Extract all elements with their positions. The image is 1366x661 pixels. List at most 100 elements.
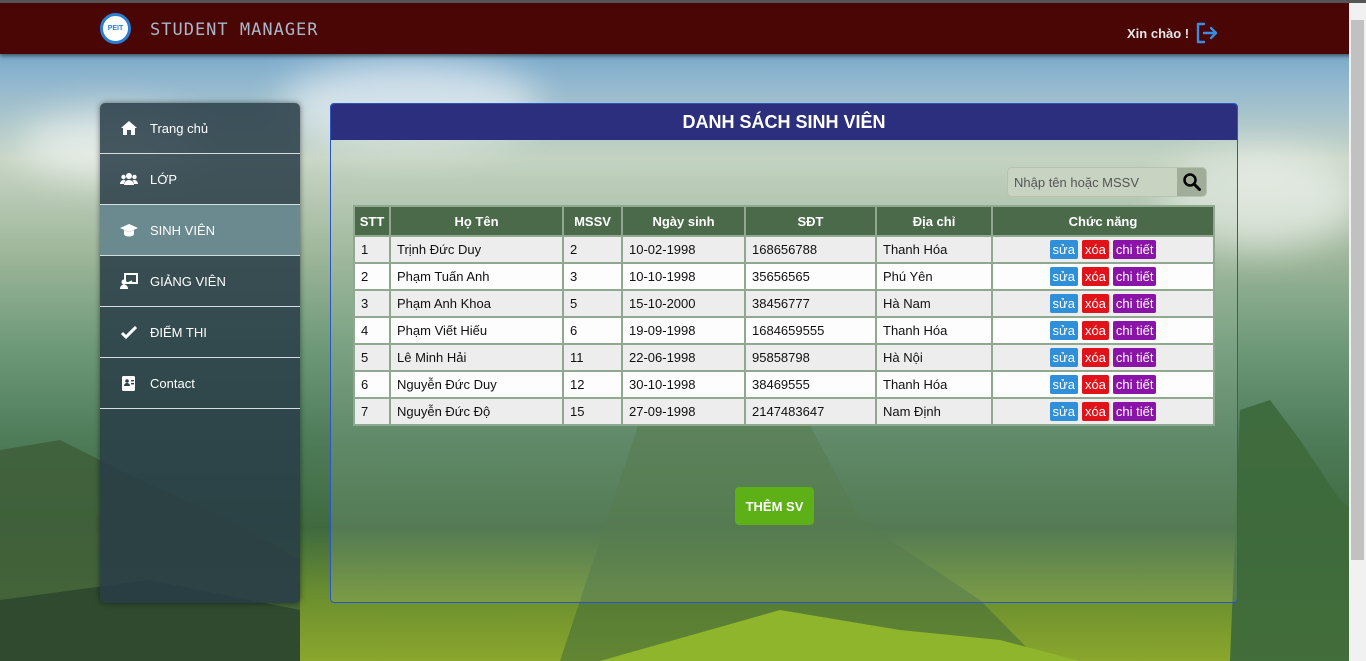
table-row: 6 Nguyễn Đức Duy 12 30-10-1998 38469555 Thanh… (353, 370, 1215, 399)
sidebar-item-label: GIẢNG VIÊN (150, 273, 226, 289)
cell-name: Nguyễn Đức Độ (389, 397, 564, 426)
column-header-mssv: MSSV (562, 205, 623, 237)
sidebar-item-label: ĐIỂM THI (150, 324, 207, 340)
sidebar-item-students[interactable]: SINH VIÊN (100, 205, 300, 256)
graduation-cap-icon (120, 221, 138, 239)
cell-stt: 5 (353, 343, 391, 372)
cell-birthdate: 10-10-1998 (621, 262, 746, 291)
detail-button[interactable]: chi tiết (1112, 267, 1157, 286)
cell-birthdate: 15-10-2000 (621, 289, 746, 318)
cell-address: Phú Yên (875, 262, 993, 291)
detail-button[interactable]: chi tiết (1112, 375, 1157, 394)
cell-birthdate: 19-09-1998 (621, 316, 746, 345)
logo[interactable]: PEIT (100, 13, 131, 44)
cell-address: Thanh Hóa (875, 316, 993, 345)
table-row: 1 Trịnh Đức Duy 2 10-02-1998 168656788 Thanh … (353, 235, 1215, 264)
detail-button[interactable]: chi tiết (1112, 402, 1157, 421)
sidebar: Trang chủ LỚP SINH VIÊN GIẢNG VIÊN ĐIỂM … (100, 103, 300, 603)
cell-phone: 38469555 (744, 370, 877, 399)
cell-name: Phạm Tuấn Anh (389, 262, 564, 291)
column-header-actions: Chức năng (991, 205, 1215, 237)
home-icon (120, 119, 138, 137)
cell-stt: 6 (353, 370, 391, 399)
edit-button[interactable]: sửa (1049, 321, 1078, 340)
table-row: 4 Phạm Viết Hiếu 6 19-09-1998 1684659555 Than… (353, 316, 1215, 345)
cell-address: Hà Nội (875, 343, 993, 372)
cell-phone: 95858798 (744, 343, 877, 372)
cell-address: Nam Định (875, 397, 993, 426)
detail-button[interactable]: chi tiết (1112, 321, 1157, 340)
sidebar-item-label: Contact (150, 375, 195, 391)
cell-actions: sửa xóa chi tiết (991, 370, 1215, 399)
edit-button[interactable]: sửa (1049, 402, 1078, 421)
edit-button[interactable]: sửa (1049, 294, 1078, 313)
cell-phone: 35656565 (744, 262, 877, 291)
delete-button[interactable]: xóa (1081, 321, 1109, 340)
cell-actions: sửa xóa chi tiết (991, 235, 1215, 264)
cell-birthdate: 30-10-1998 (621, 370, 746, 399)
cell-mssv: 5 (562, 289, 623, 318)
sidebar-item-teachers[interactable]: GIẢNG VIÊN (100, 256, 300, 307)
cell-actions: sửa xóa chi tiết (991, 316, 1215, 345)
cell-mssv: 3 (562, 262, 623, 291)
delete-button[interactable]: xóa (1081, 294, 1109, 313)
edit-button[interactable]: sửa (1049, 267, 1078, 286)
delete-button[interactable]: xóa (1081, 375, 1109, 394)
cell-name: Nguyễn Đức Duy (389, 370, 564, 399)
table-row: 5 Lê Minh Hải 11 22-06-1998 95858798 Hà Nội sử… (353, 343, 1215, 372)
cell-stt: 2 (353, 262, 391, 291)
cell-stt: 4 (353, 316, 391, 345)
student-list-panel: DANH SÁCH SINH VIÊN STT Họ Tên MSSV Ngày… (330, 103, 1238, 603)
sidebar-item-contact[interactable]: Contact (100, 358, 300, 409)
cell-stt: 7 (353, 397, 391, 426)
detail-button[interactable]: chi tiết (1112, 294, 1157, 313)
cell-mssv: 2 (562, 235, 623, 264)
cell-name: Trịnh Đức Duy (389, 235, 564, 264)
cell-actions: sửa xóa chi tiết (991, 397, 1215, 426)
sidebar-item-label: Trang chủ (150, 120, 209, 136)
brand-title[interactable]: STUDENT MANAGER (150, 20, 319, 40)
detail-button[interactable]: chi tiết (1112, 240, 1157, 259)
delete-button[interactable]: xóa (1081, 348, 1109, 367)
cell-address: Hà Nam (875, 289, 993, 318)
cell-actions: sửa xóa chi tiết (991, 262, 1215, 291)
column-header-address: Địa chỉ (875, 205, 993, 237)
scrollbar-thumb[interactable] (1351, 20, 1364, 560)
delete-button[interactable]: xóa (1081, 240, 1109, 259)
edit-button[interactable]: sửa (1049, 240, 1078, 259)
cell-name: Phạm Viết Hiếu (389, 316, 564, 345)
add-student-button[interactable]: THÊM SV (735, 487, 814, 525)
column-header-birthdate: Ngày sinh (621, 205, 746, 237)
sidebar-item-scores[interactable]: ĐIỂM THI (100, 307, 300, 358)
cell-mssv: 15 (562, 397, 623, 426)
cell-phone: 1684659555 (744, 316, 877, 345)
cell-mssv: 11 (562, 343, 623, 372)
delete-button[interactable]: xóa (1081, 402, 1109, 421)
cell-stt: 3 (353, 289, 391, 318)
cell-actions: sửa xóa chi tiết (991, 289, 1215, 318)
cell-actions: sửa xóa chi tiết (991, 343, 1215, 372)
check-icon (120, 323, 138, 341)
greeting-text: Xin chào ! (1127, 26, 1190, 41)
column-header-phone: SĐT (744, 205, 877, 237)
contact-card-icon (120, 374, 138, 392)
delete-button[interactable]: xóa (1081, 267, 1109, 286)
table-row: 3 Phạm Anh Khoa 5 15-10-2000 38456777 Hà Nam s… (353, 289, 1215, 318)
search-input[interactable] (1008, 168, 1178, 196)
top-navbar: PEIT STUDENT MANAGER Xin chào ! (0, 0, 1366, 54)
cell-mssv: 6 (562, 316, 623, 345)
cell-mssv: 12 (562, 370, 623, 399)
sidebar-item-classes[interactable]: LỚP (100, 154, 300, 205)
logout-icon[interactable] (1194, 21, 1218, 45)
cell-phone: 168656788 (744, 235, 877, 264)
search-button[interactable] (1177, 168, 1206, 196)
detail-button[interactable]: chi tiết (1112, 348, 1157, 367)
table-row: 7 Nguyễn Đức Độ 15 27-09-1998 2147483647 Nam … (353, 397, 1215, 426)
search-icon (1182, 173, 1201, 191)
sidebar-item-home[interactable]: Trang chủ (100, 103, 300, 154)
cell-phone: 38456777 (744, 289, 877, 318)
edit-button[interactable]: sửa (1049, 375, 1078, 394)
cell-phone: 2147483647 (744, 397, 877, 426)
edit-button[interactable]: sửa (1049, 348, 1078, 367)
sidebar-item-label: SINH VIÊN (150, 222, 216, 238)
